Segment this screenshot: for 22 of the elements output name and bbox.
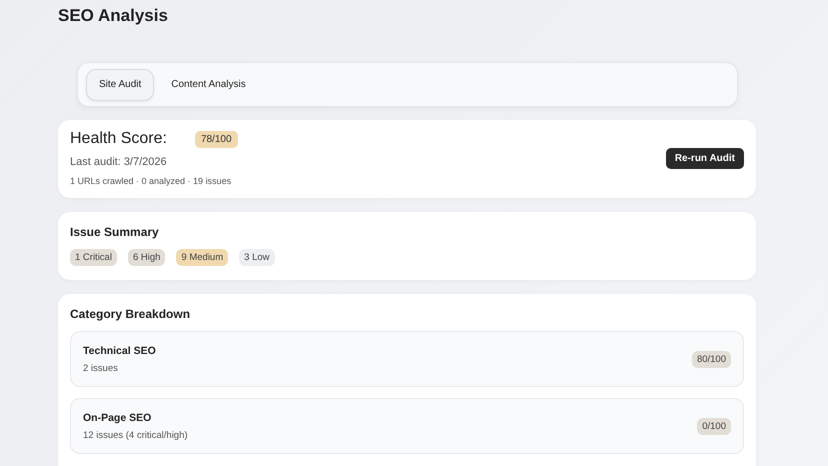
severity-badge: 1 Critical: [70, 249, 117, 266]
section-title: Category Breakdown: [70, 307, 192, 321]
severity-badge: 9 Medium: [176, 249, 228, 266]
category-issues: 2 issues: [83, 363, 119, 374]
severity-badge: 3 Low: [239, 249, 274, 266]
category-item[interactable]: On-Page SEO 12 issues (4 critical/high) 0/100: [70, 398, 744, 454]
rerun-audit-button[interactable]: Re-run Audit: [666, 148, 744, 168]
severity-badge: 6 High: [128, 249, 166, 266]
score-badge: 78/100: [194, 130, 238, 148]
tab[interactable]: Content Analysis: [158, 68, 259, 100]
tab[interactable]: Site Audit: [86, 68, 154, 100]
page-title: SEO Analysis: [58, 6, 169, 26]
health-title: Health Score:: [70, 130, 167, 148]
category-item[interactable]: Technical SEO 2 issues 80/100: [70, 331, 744, 387]
category-name: On-Page SEO: [83, 412, 152, 424]
category-name: Technical SEO: [83, 345, 156, 357]
audit-stats: 1 URLs crawled · 0 analyzed · 19 issues: [70, 176, 232, 186]
category-score: 0/100: [697, 418, 731, 435]
category-issues: 12 issues (4 critical/high): [83, 430, 188, 441]
last-audit-text: Last audit: 3/7/2026: [70, 156, 168, 168]
category-score: 80/100: [692, 351, 731, 368]
section-title: Issue Summary: [70, 225, 160, 239]
